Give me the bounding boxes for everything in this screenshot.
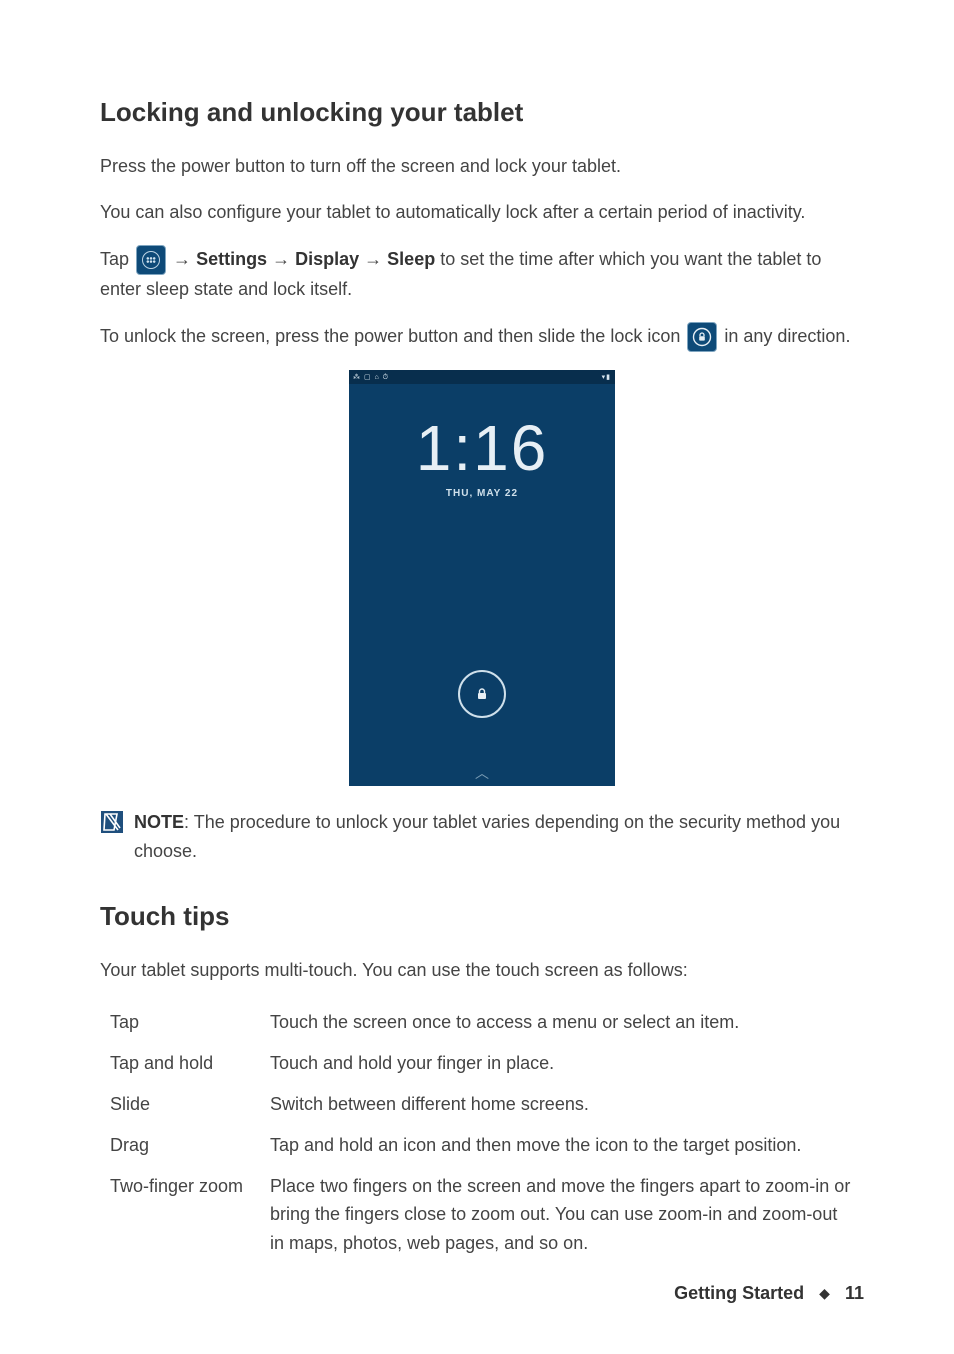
tap-pre: Tap <box>100 249 134 269</box>
apps-icon <box>136 245 166 275</box>
lockscreen-clock: 1:16 THU, MAY 22 <box>349 416 615 502</box>
lockscreen-lock-ring <box>458 670 506 718</box>
touch-tips-table: Tap Touch the screen once to access a me… <box>110 1002 864 1264</box>
heading-touch-tips: Touch tips <box>100 896 864 938</box>
arrow-icon: → <box>272 249 295 269</box>
note-icon <box>100 810 124 834</box>
tip-term: Slide <box>110 1084 270 1125</box>
lock-icon <box>687 322 717 352</box>
table-row: Tap Touch the screen once to access a me… <box>110 1002 864 1043</box>
table-row: Drag Tap and hold an icon and then move … <box>110 1125 864 1166</box>
table-row: Two-finger zoom Place two fingers on the… <box>110 1166 864 1264</box>
footer-page-number: 11 <box>845 1283 864 1303</box>
para-unlock: To unlock the screen, press the power bu… <box>100 322 864 352</box>
unlock-post: in any direction. <box>724 326 850 346</box>
status-right-icons: ▾▮ <box>602 372 611 383</box>
footer-section: Getting Started <box>674 1283 804 1303</box>
chevron-up-icon: ︿ <box>475 766 489 780</box>
status-left-icons: ⁂ ▢ ⌂ ⏱ <box>353 372 389 383</box>
tip-term: Tap and hold <box>110 1043 270 1084</box>
note-body: NOTE: The procedure to unlock your table… <box>134 808 864 866</box>
status-bar: ⁂ ▢ ⌂ ⏱ ▾▮ <box>349 370 615 384</box>
table-row: Slide Switch between different home scre… <box>110 1084 864 1125</box>
heading-locking: Locking and unlocking your tablet <box>100 92 864 134</box>
tip-desc: Touch and hold your finger in place. <box>270 1043 864 1084</box>
note-callout: NOTE: The procedure to unlock your table… <box>100 808 864 866</box>
para-press-power: Press the power button to turn off the s… <box>100 152 864 181</box>
display-label: Display <box>295 249 359 269</box>
diamond-icon: ◆ <box>819 1285 830 1301</box>
page-footer: Getting Started ◆ 11 <box>674 1279 864 1308</box>
unlock-pre: To unlock the screen, press the power bu… <box>100 326 685 346</box>
tip-term: Two-finger zoom <box>110 1166 270 1264</box>
tip-term: Drag <box>110 1125 270 1166</box>
table-row: Tap and hold Touch and hold your finger … <box>110 1043 864 1084</box>
arrow-icon: → <box>173 249 196 269</box>
tip-desc: Switch between different home screens. <box>270 1084 864 1125</box>
note-text: : The procedure to unlock your tablet va… <box>134 812 840 861</box>
tip-desc: Touch the screen once to access a menu o… <box>270 1002 864 1043</box>
note-label: NOTE <box>134 812 184 832</box>
lockscreen-figure: ⁂ ▢ ⌂ ⏱ ▾▮ 1:16 THU, MAY 22 ︿ <box>349 370 615 786</box>
para-tap-path: Tap → Settings → Display → Sleep to set … <box>100 245 864 304</box>
settings-label: Settings <box>196 249 267 269</box>
tip-term: Tap <box>110 1002 270 1043</box>
lockscreen-time: 1:16 <box>349 416 615 480</box>
lockscreen-date: THU, MAY 22 <box>349 486 615 502</box>
sleep-label: Sleep <box>387 249 435 269</box>
tip-desc: Tap and hold an icon and then move the i… <box>270 1125 864 1166</box>
para-auto-lock: You can also configure your tablet to au… <box>100 198 864 227</box>
arrow-icon: → <box>364 249 387 269</box>
tip-desc: Place two fingers on the screen and move… <box>270 1166 864 1264</box>
lock-icon <box>474 686 490 702</box>
touch-intro: Your tablet supports multi-touch. You ca… <box>100 956 864 985</box>
